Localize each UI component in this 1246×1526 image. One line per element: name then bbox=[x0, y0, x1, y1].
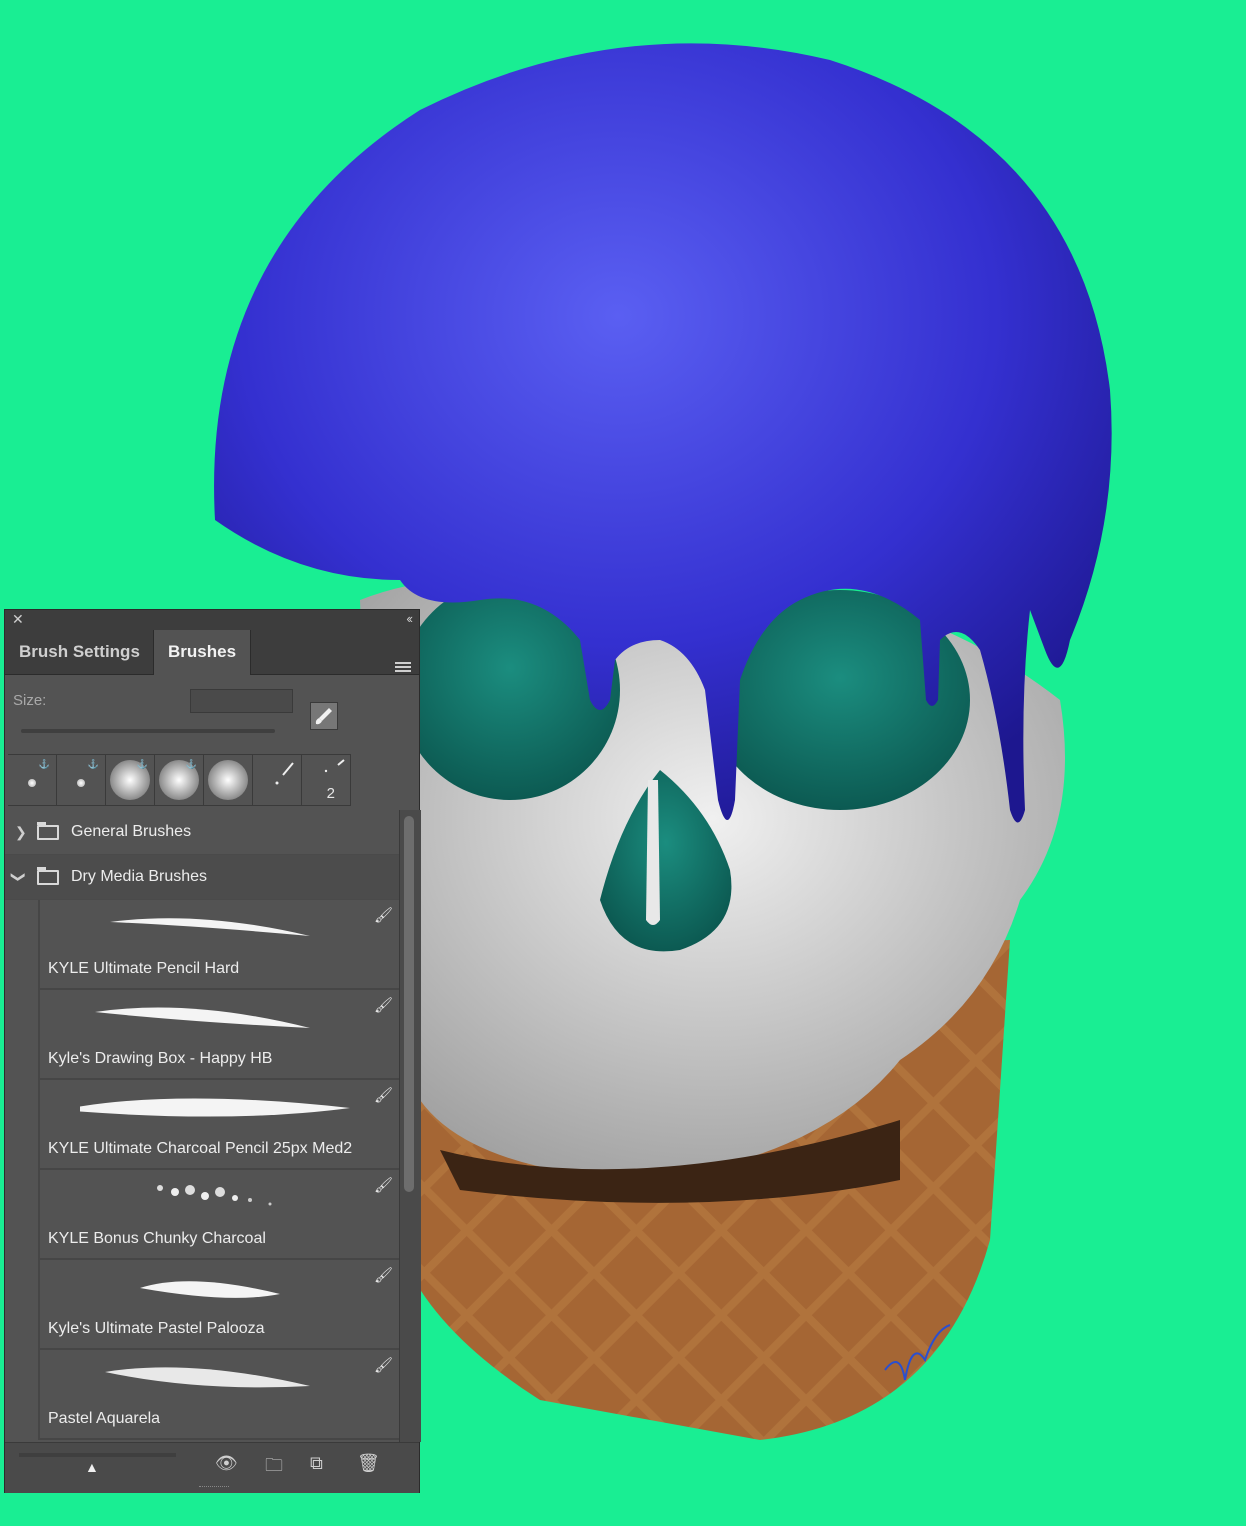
dry-media-brush-items: 🖌 KYLE Ultimate Pencil Hard 🖌 Kyle's Dra… bbox=[38, 900, 399, 1440]
brush-tool-icon: 🖌 bbox=[373, 1267, 393, 1284]
brush-tip-icon bbox=[275, 762, 294, 785]
brush-stroke-preview bbox=[140, 1281, 280, 1298]
delete-trash-icon[interactable]: 🗑 bbox=[357, 1453, 380, 1474]
scrollbar-thumb[interactable] bbox=[404, 816, 414, 1192]
nose-drip bbox=[646, 780, 660, 925]
close-panel-icon[interactable]: ✕ bbox=[12, 611, 24, 628]
panel-menu-icon[interactable] bbox=[395, 662, 411, 676]
brush-item[interactable]: 🖌 KYLE Ultimate Charcoal Pencil 25px Med… bbox=[38, 1080, 399, 1170]
brush-tool-icon: 🖌 bbox=[373, 1177, 393, 1194]
size-slider[interactable] bbox=[21, 729, 275, 733]
brush-stroke-preview bbox=[110, 918, 310, 936]
preset-badge-icon: ⚓ bbox=[136, 759, 148, 769]
size-label: Size: bbox=[13, 692, 47, 709]
tab-brush-settings[interactable]: Brush Settings bbox=[5, 630, 154, 674]
panel-footer: ▲ 👁 🗀 ⧉ 🗑 bbox=[5, 1442, 419, 1493]
group-general-brushes[interactable]: ❯ General Brushes bbox=[5, 810, 399, 855]
group-dry-media-brushes[interactable]: ❯ Dry Media Brushes bbox=[5, 855, 399, 900]
brush-label: KYLE Ultimate Charcoal Pencil 25px Med2 bbox=[48, 1140, 353, 1157]
create-brush-button[interactable] bbox=[310, 702, 338, 730]
folder-icon bbox=[37, 822, 59, 840]
brushes-panel: ✕ ‹‹ Brush Settings Brushes Size: ⚓ ⚓ ⚓ … bbox=[4, 609, 421, 1493]
brush-tool-icon: 🖌 bbox=[373, 997, 393, 1014]
chevron-right-icon[interactable]: ❯ bbox=[15, 810, 27, 854]
brush-label: KYLE Ultimate Pencil Hard bbox=[48, 960, 240, 977]
new-group-folder-icon[interactable]: 🗀 bbox=[265, 1453, 283, 1483]
tab-brushes[interactable]: Brushes bbox=[153, 630, 252, 675]
preset-soft-round-3[interactable] bbox=[204, 755, 253, 805]
brush-item[interactable]: 🖌 Kyle's Ultimate Pastel Palooza bbox=[38, 1260, 399, 1350]
brush-stroke-preview bbox=[95, 1007, 310, 1028]
preset-number: 2 bbox=[326, 785, 335, 802]
brush-list-scrollbar[interactable] bbox=[399, 810, 421, 1442]
brush-item[interactable]: 🖌 Kyle's Drawing Box - Happy HB bbox=[38, 990, 399, 1080]
brush-item[interactable]: 🖌 Pastel Aquarela bbox=[38, 1350, 399, 1440]
panel-title-bar: ✕ ‹‹ bbox=[5, 610, 419, 630]
preset-badge-icon: ⚓ bbox=[38, 759, 50, 769]
brush-label: KYLE Bonus Chunky Charcoal bbox=[48, 1230, 266, 1247]
group-label: Dry Media Brushes bbox=[71, 868, 208, 885]
brush-item[interactable]: 🖌 KYLE Bonus Chunky Charcoal bbox=[38, 1170, 399, 1260]
preset-badge-icon: ⚓ bbox=[87, 759, 99, 769]
slider-handle-icon[interactable]: ▲ bbox=[85, 1459, 99, 1475]
preset-hard-round-1[interactable]: ⚓ bbox=[8, 755, 57, 805]
chevron-down-icon[interactable]: ❯ bbox=[5, 871, 41, 883]
brush-tool-icon: 🖌 bbox=[373, 1357, 393, 1374]
preset-brush-tip-1[interactable] bbox=[253, 755, 302, 805]
group-label: General Brushes bbox=[71, 823, 192, 840]
thumbnail-size-slider[interactable] bbox=[19, 1453, 176, 1457]
brush-label: Kyle's Drawing Box - Happy HB bbox=[48, 1050, 273, 1067]
preset-badge-icon: ⚓ bbox=[185, 759, 197, 769]
panel-tabs: Brush Settings Brushes bbox=[5, 630, 419, 675]
brush-label: Pastel Aquarela bbox=[48, 1410, 161, 1427]
brush-list: ❯ General Brushes ❯ Dry Media Brushes 🖌 … bbox=[5, 810, 399, 1442]
folder-icon bbox=[37, 867, 59, 885]
preset-brush-tip-2[interactable]: 2 bbox=[302, 755, 351, 805]
collapse-panel-icon[interactable]: ‹‹ bbox=[406, 611, 413, 626]
preset-soft-round-2[interactable]: ⚓ bbox=[155, 755, 204, 805]
resize-grip[interactable] bbox=[199, 1486, 229, 1491]
size-input[interactable] bbox=[190, 689, 293, 713]
brush-tool-icon: 🖌 bbox=[373, 907, 393, 924]
toggle-preview-eye-icon[interactable]: 👁 bbox=[215, 1453, 238, 1474]
brush-label: Kyle's Ultimate Pastel Palooza bbox=[48, 1320, 265, 1337]
brush-stroke-preview bbox=[105, 1367, 310, 1388]
brush-item[interactable]: 🖌 KYLE Ultimate Pencil Hard bbox=[38, 900, 399, 990]
recent-brush-presets: ⚓ ⚓ ⚓ ⚓ 2 bbox=[8, 754, 351, 806]
brush-tool-icon: 🖌 bbox=[373, 1087, 393, 1104]
new-brush-icon[interactable]: ⧉ bbox=[310, 1453, 323, 1474]
brush-stroke-preview bbox=[157, 1185, 272, 1206]
preset-hard-round-2[interactable]: ⚓ bbox=[57, 755, 106, 805]
brush-icon bbox=[315, 708, 332, 725]
brush-stroke-preview bbox=[80, 1098, 350, 1117]
preset-soft-round-1[interactable]: ⚓ bbox=[106, 755, 155, 805]
